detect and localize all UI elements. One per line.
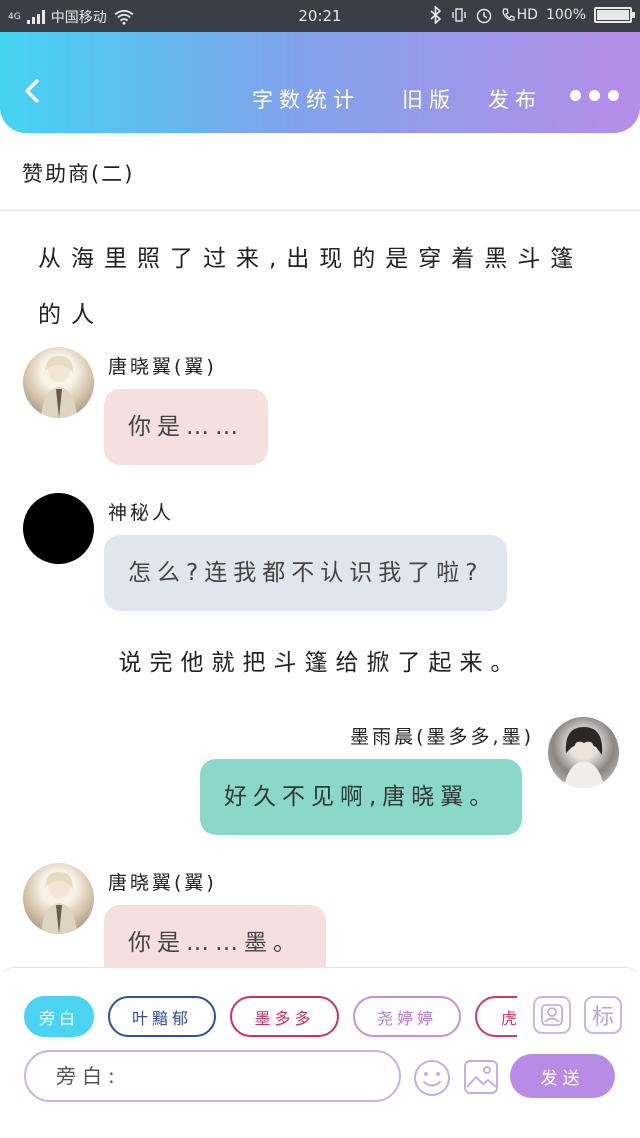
avatar[interactable] xyxy=(23,863,94,934)
message-bubble[interactable]: 怎么?连我都不认识我了啦? xyxy=(104,535,508,611)
alarm-icon xyxy=(476,8,491,24)
word-count-button[interactable]: 字数统计 xyxy=(252,84,360,114)
character-portrait-icon xyxy=(41,355,77,418)
narration-text: 说完他就把斗篷给掀了起来。 xyxy=(118,650,522,676)
battery-icon xyxy=(594,7,635,23)
more-dots-icon[interactable] xyxy=(570,90,619,101)
battery-fill xyxy=(597,10,629,20)
narration-text: 从海里照了过来,出现的是穿着黑斗篷的人 xyxy=(38,246,584,328)
role-avatar-icon[interactable] xyxy=(533,996,571,1034)
speaker-name: 墨雨晨(墨多多,墨) xyxy=(350,726,534,748)
publish-button[interactable]: 发布 xyxy=(488,84,542,114)
status-right: HD 100% xyxy=(429,6,635,24)
dialogue-input[interactable]: 旁白: xyxy=(24,1050,401,1102)
role-chip[interactable]: 尧婷婷 xyxy=(353,996,461,1037)
role-chip[interactable]: 虎 xyxy=(475,996,517,1037)
avatar[interactable] xyxy=(23,493,94,564)
role-chip-narrator[interactable]: 旁白 xyxy=(24,996,94,1037)
chapter-title: 赞助商(二) xyxy=(22,162,135,186)
role-chip[interactable]: 叶黯郁 xyxy=(108,996,216,1037)
role-chip[interactable]: 墨多多 xyxy=(230,996,339,1037)
message-bubble[interactable]: 你是……墨。 xyxy=(104,905,326,967)
status-bar: 4G 中国移动 20:21 HD 100% xyxy=(0,0,640,32)
battery-percent: 100% xyxy=(545,7,586,23)
app-header: 字数统计 旧版 发布 xyxy=(0,32,640,133)
tag-icon[interactable]: 标 xyxy=(584,996,622,1034)
story-content[interactable]: 从海里照了过来,出现的是穿着黑斗篷的人 唐晓翼(翼) 你是…… 神秘人 怎么?连… xyxy=(0,211,640,967)
hd-label: HD xyxy=(516,7,538,23)
speaker-name: 唐晓翼(翼) xyxy=(108,356,217,378)
composer-panel: 旁白 叶黯郁 墨多多 尧婷婷 虎 标 旁白: 发送 xyxy=(0,967,640,1103)
speaker-name: 神秘人 xyxy=(108,502,175,524)
send-button[interactable]: 发送 xyxy=(510,1054,615,1098)
speaker-name: 唐晓翼(翼) xyxy=(108,872,217,894)
hd-indicator: HD xyxy=(501,7,538,23)
person-icon xyxy=(541,1004,563,1026)
avatar[interactable] xyxy=(548,717,619,788)
message-bubble[interactable]: 你是…… xyxy=(104,389,268,465)
old-version-button[interactable]: 旧版 xyxy=(402,84,456,114)
hd-call-icon xyxy=(502,8,515,21)
back-icon[interactable] xyxy=(20,78,46,104)
message-bubble[interactable]: 好久不见啊,唐晓翼。 xyxy=(200,759,523,835)
image-icon[interactable] xyxy=(463,1059,499,1095)
vibrate-icon xyxy=(451,8,466,22)
bluetooth-icon xyxy=(430,6,441,24)
emoji-icon[interactable] xyxy=(413,1059,451,1097)
character-portrait-icon xyxy=(41,871,77,934)
avatar[interactable] xyxy=(23,347,94,418)
character-portrait-icon xyxy=(564,727,604,788)
